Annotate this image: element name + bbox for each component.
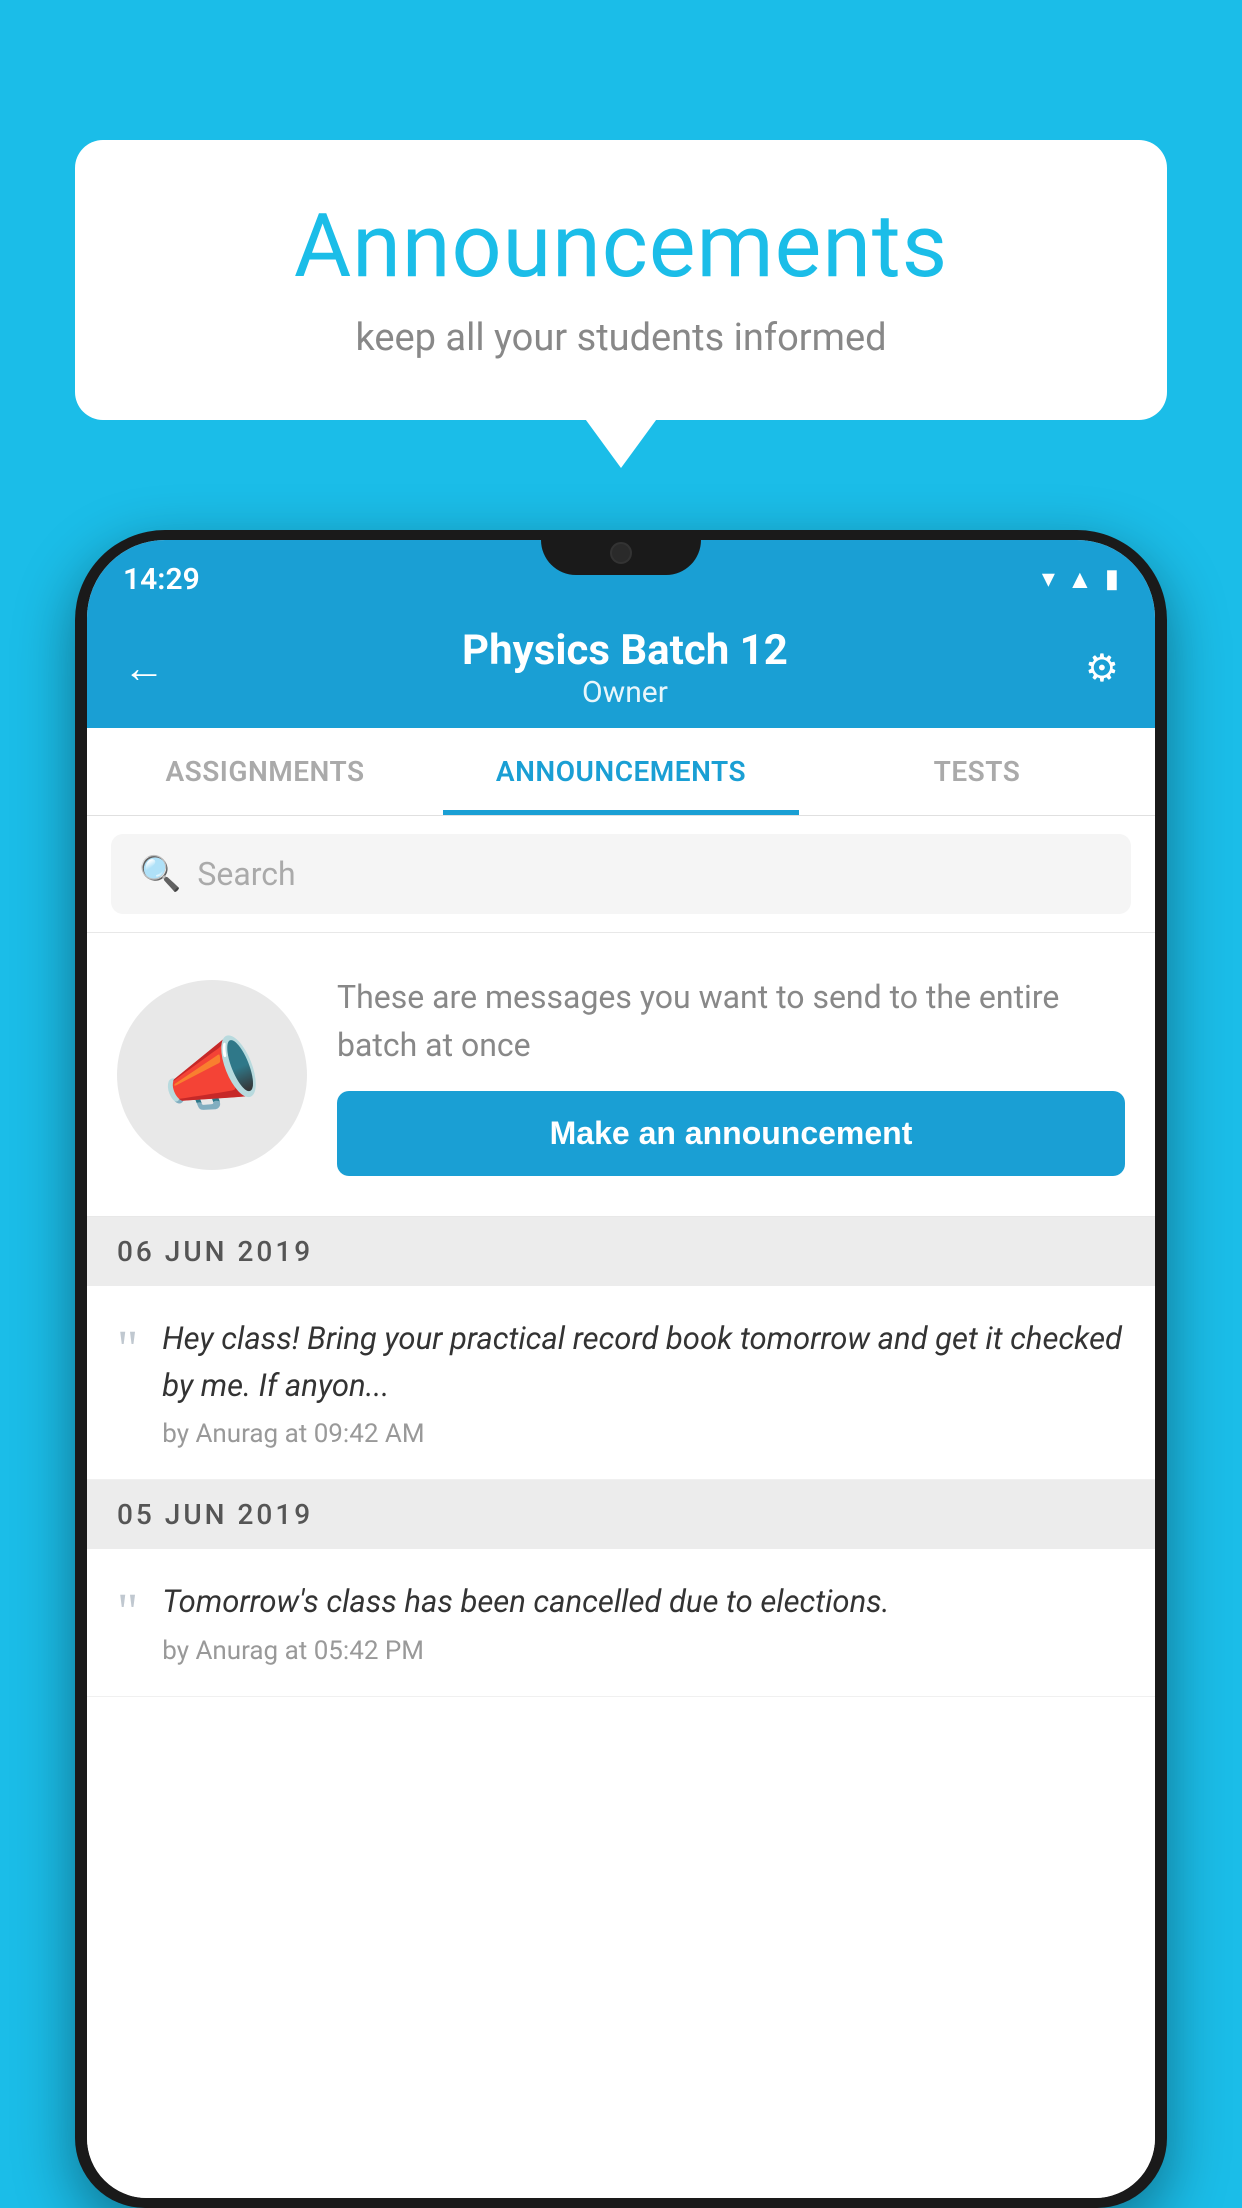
- app-bar-center: Physics Batch 12 Owner: [462, 626, 788, 710]
- phone-notch: [541, 530, 701, 575]
- announcement-text-2: Tomorrow's class has been cancelled due …: [162, 1579, 1125, 1626]
- megaphone-icon: 📣: [162, 1028, 262, 1122]
- bubble-title: Announcements: [135, 195, 1107, 298]
- front-camera: [610, 542, 632, 564]
- app-bar: ← Physics Batch 12 Owner ⚙: [87, 608, 1155, 728]
- make-announcement-button[interactable]: Make an announcement: [337, 1091, 1125, 1176]
- announcement-item-2[interactable]: " Tomorrow's class has been cancelled du…: [87, 1549, 1155, 1697]
- announcement-meta-1: by Anurag at 09:42 AM: [162, 1419, 1125, 1449]
- app-bar-subtitle: Owner: [462, 675, 788, 710]
- search-icon: 🔍: [139, 854, 181, 894]
- app-bar-title: Physics Batch 12: [462, 626, 788, 675]
- speech-bubble: Announcements keep all your students inf…: [75, 140, 1167, 420]
- signal-icon: ▲: [1067, 564, 1093, 595]
- announcement-content-2: Tomorrow's class has been cancelled due …: [162, 1579, 1125, 1666]
- search-input[interactable]: Search: [197, 855, 295, 893]
- bubble-subtitle: keep all your students informed: [135, 316, 1107, 360]
- wifi-icon: ▾: [1042, 564, 1055, 594]
- promo-description: These are messages you want to send to t…: [337, 973, 1125, 1069]
- search-bar-wrap: 🔍 Search: [87, 816, 1155, 933]
- quote-icon-1: ": [117, 1316, 138, 1376]
- announcement-content-1: Hey class! Bring your practical record b…: [162, 1316, 1125, 1449]
- promo-right: These are messages you want to send to t…: [337, 973, 1125, 1176]
- phone-screen: 14:29 ▾ ▲ ▮ ← Physics Batch 12 Owner ⚙ A…: [87, 540, 1155, 2198]
- tab-assignments[interactable]: ASSIGNMENTS: [87, 728, 443, 815]
- tabs-bar: ASSIGNMENTS ANNOUNCEMENTS TESTS: [87, 728, 1155, 816]
- announcement-meta-2: by Anurag at 05:42 PM: [162, 1636, 1125, 1666]
- battery-icon: ▮: [1105, 564, 1119, 594]
- quote-icon-2: ": [117, 1579, 138, 1639]
- status-icons: ▾ ▲ ▮: [1042, 564, 1119, 595]
- content-area: 🔍 Search 📣 These are messages you want t…: [87, 816, 1155, 2198]
- promo-icon-circle: 📣: [117, 980, 307, 1170]
- announcement-item-1[interactable]: " Hey class! Bring your practical record…: [87, 1286, 1155, 1480]
- tab-announcements[interactable]: ANNOUNCEMENTS: [443, 728, 799, 815]
- date-header-1: 06 JUN 2019: [87, 1217, 1155, 1286]
- settings-icon[interactable]: ⚙: [1085, 646, 1119, 691]
- speech-bubble-container: Announcements keep all your students inf…: [75, 140, 1167, 420]
- status-time: 14:29: [123, 562, 200, 597]
- phone-frame: 14:29 ▾ ▲ ▮ ← Physics Batch 12 Owner ⚙ A…: [75, 530, 1167, 2208]
- date-header-2: 05 JUN 2019: [87, 1480, 1155, 1549]
- tab-tests[interactable]: TESTS: [799, 728, 1155, 815]
- back-button[interactable]: ←: [123, 644, 165, 693]
- announcement-text-1: Hey class! Bring your practical record b…: [162, 1316, 1125, 1409]
- promo-section: 📣 These are messages you want to send to…: [87, 933, 1155, 1217]
- search-bar[interactable]: 🔍 Search: [111, 834, 1131, 914]
